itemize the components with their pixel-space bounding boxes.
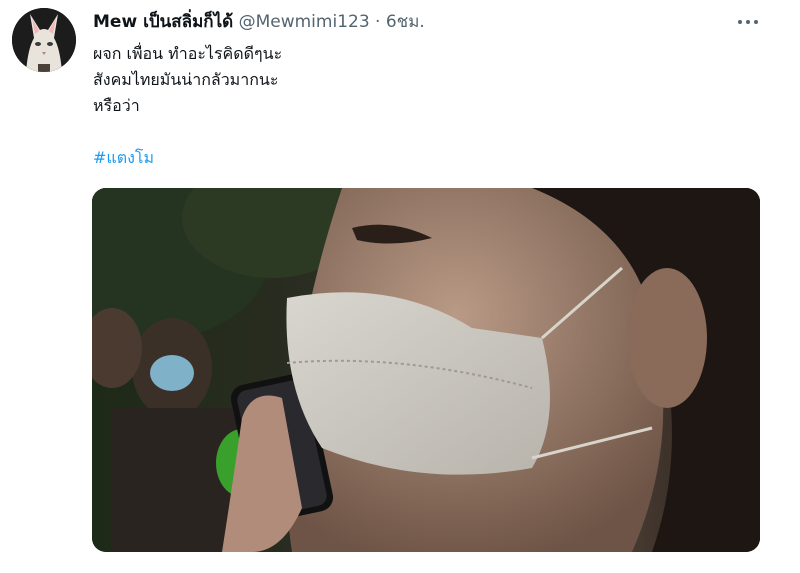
tweet-text: ผจก เพื่อน ทำอะไรคิดดีๆนะ สังคมไทยมันน่า…	[93, 41, 282, 119]
more-horizontal-icon	[736, 20, 760, 24]
tweet-text-line: สังคมไทยมันน่ากลัวมากนะ	[93, 70, 279, 89]
tweet-header: Mew เป็นสลิ่มก็ได้ @Mewmimi123 · 6ชม.	[93, 9, 425, 35]
more-options-button[interactable]	[728, 4, 768, 40]
video-thumbnail[interactable]	[92, 188, 760, 552]
separator-dot: ·	[375, 12, 381, 32]
tweet-text-line: ผจก เพื่อน ทำอะไรคิดดีๆนะ	[93, 44, 283, 63]
cat-mask-avatar-icon	[12, 8, 76, 72]
tweet[interactable]: Mew เป็นสลิ่มก็ได้ @Mewmimi123 · 6ชม. ผจ…	[0, 0, 800, 573]
user-handle[interactable]: @Mewmimi123	[239, 12, 370, 32]
video-frame-image	[92, 188, 760, 552]
display-name[interactable]: Mew เป็นสลิ่มก็ได้	[93, 12, 233, 32]
avatar[interactable]	[12, 8, 76, 72]
timestamp[interactable]: 6ชม.	[386, 12, 425, 32]
hashtag-link[interactable]: #แตงโม	[93, 146, 154, 170]
tweet-text-line: หรือว่า	[93, 96, 140, 115]
